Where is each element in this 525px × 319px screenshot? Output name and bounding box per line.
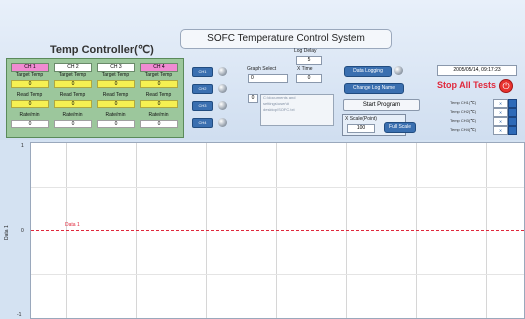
target-temp-input[interactable]: 0 (140, 80, 178, 88)
log-path-listbox[interactable]: C:\documents and settings\user\# desktop… (260, 94, 334, 126)
temp-toggle-label: Temp CH1(℃) (450, 100, 477, 105)
temp-controller-title: Temp Controller(℃) (50, 44, 154, 56)
y-axis-label: Data 1 (4, 225, 10, 240)
rate-label: Rate/min (105, 112, 126, 118)
channel-1: CH 1 Target Temp 0 Read Temp 0 Rate/min … (9, 61, 50, 135)
read-temp-value: 0 (54, 100, 92, 108)
rate-input[interactable]: 0 (54, 120, 92, 128)
read-temp-value: 0 (97, 100, 135, 108)
temp-controller-panel: CH 1 Target Temp 0 Read Temp 0 Rate/min … (6, 58, 184, 138)
rate-label: Rate/min (62, 112, 83, 118)
target-temp-label: Target Temp (144, 72, 173, 78)
log-delay-label: Log Delay (294, 48, 317, 54)
log-delay-input[interactable]: 5 (296, 56, 322, 65)
channel-header: CH 4 (140, 63, 178, 72)
datetime-display: 2005/05/14, 09:17:23 (437, 65, 517, 76)
ch2-enable-button[interactable]: CH2 (192, 84, 213, 94)
target-temp-input[interactable]: 0 (11, 80, 49, 88)
read-temp-value: 0 (11, 100, 49, 108)
ch3-led-indicator (218, 101, 227, 110)
stop-all-tests-label: Stop All Tests (437, 80, 497, 90)
temp-toggle-label: Temp CH3(℃) (450, 118, 477, 123)
channel-2: CH 2 Target Temp 0 Read Temp 0 Rate/min … (52, 61, 93, 135)
y-tick-label: 0 (21, 228, 24, 234)
list-item[interactable]: desktop\SOFC.txt (261, 107, 333, 113)
temp-toggle-label: Temp CH4(℃) (450, 127, 477, 132)
rate-input[interactable]: 0 (97, 120, 135, 128)
read-temp-label: Read Temp (16, 92, 43, 98)
channel-3: CH 3 Target Temp 0 Read Temp 0 Rate/min … (95, 61, 136, 135)
channel-header: CH 3 (97, 63, 135, 72)
rate-input[interactable]: 0 (11, 120, 49, 128)
color-swatch[interactable] (508, 108, 517, 117)
target-temp-input[interactable]: 0 (97, 80, 135, 88)
ch3-enable-button[interactable]: CH3 (192, 101, 213, 111)
ch4-enable-button[interactable]: CH4 (192, 118, 213, 128)
channel-header: CH 1 (11, 63, 49, 72)
data-logging-button[interactable]: Data Logging (344, 66, 392, 77)
temp-toggle-ch1: Temp CH1(℃) ✕ (450, 99, 520, 108)
channel-header: CH 2 (54, 63, 92, 72)
rate-label: Rate/min (148, 112, 169, 118)
channel-4: CH 4 Target Temp 0 Read Temp 0 Rate/min … (138, 61, 179, 135)
graph-select-label: Graph Select (247, 66, 277, 72)
start-program-button[interactable]: Start Program (343, 99, 420, 111)
chart-plot-area[interactable]: Data 1 (30, 142, 525, 319)
rate-input[interactable]: 0 (140, 120, 178, 128)
y-tick-label: -1 (17, 312, 22, 318)
temp-toggle-ch2: Temp CH2(℃) ✕ (450, 108, 520, 117)
target-temp-label: Target Temp (15, 72, 44, 78)
x-scale-label: X Scale(Point) (345, 116, 377, 122)
target-temp-label: Target Temp (58, 72, 87, 78)
stop-power-icon[interactable]: ⏻ (499, 79, 513, 93)
read-temp-label: Read Temp (145, 92, 172, 98)
app-title: SOFC Temperature Control System (180, 29, 392, 49)
plot-style-checkbox[interactable]: ✕ (493, 99, 508, 108)
target-temp-input[interactable]: 0 (54, 80, 92, 88)
ch1-enable-button[interactable]: CH1 (192, 67, 213, 77)
temp-toggle-ch3: Temp CH3(℃) ✕ (450, 117, 520, 126)
temp-toggle-ch4: Temp CH4(℃) ✕ (450, 126, 520, 135)
plot-style-checkbox[interactable]: ✕ (493, 117, 508, 126)
x-time-label: X Time (297, 66, 313, 72)
color-swatch[interactable] (508, 117, 517, 126)
plot-style-checkbox[interactable]: ✕ (493, 126, 508, 135)
temp-toggle-label: Temp CH2(℃) (450, 109, 477, 114)
target-temp-label: Target Temp (101, 72, 130, 78)
read-temp-label: Read Temp (102, 92, 129, 98)
color-swatch[interactable] (508, 99, 517, 108)
plot-style-checkbox[interactable]: ✕ (493, 108, 508, 117)
x-scale-input[interactable]: 100 (347, 124, 375, 133)
graph-select-input[interactable]: 0 (248, 74, 288, 83)
color-swatch[interactable] (508, 126, 517, 135)
full-scale-button[interactable]: Full Scale (384, 122, 416, 133)
y-tick-label: 1 (21, 143, 24, 149)
rate-label: Rate/min (19, 112, 40, 118)
chart-svg (31, 230, 524, 231)
read-temp-label: Read Temp (59, 92, 86, 98)
ch2-led-indicator (218, 84, 227, 93)
series-label: Data 1 (65, 222, 80, 228)
data-logging-led (394, 66, 403, 75)
ch1-led-indicator (218, 67, 227, 76)
change-log-name-button[interactable]: Change Log Name (344, 83, 404, 94)
read-temp-value: 0 (140, 100, 178, 108)
x-time-input[interactable]: 0 (296, 74, 322, 83)
list-index-input[interactable]: 0 (248, 94, 258, 103)
ch4-led-indicator (218, 118, 227, 127)
